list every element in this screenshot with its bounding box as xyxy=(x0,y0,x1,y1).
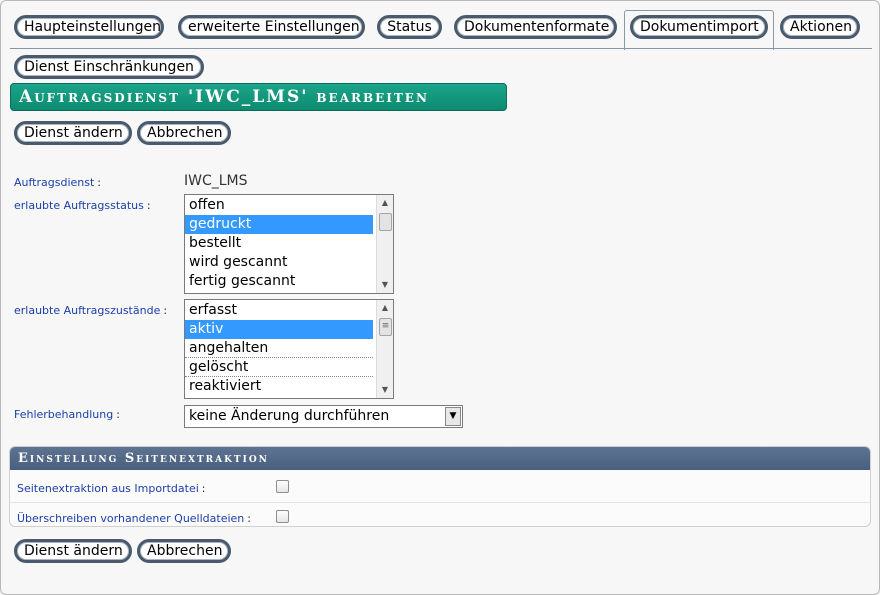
service-label-colon: : xyxy=(97,176,102,189)
error-handling-select[interactable]: keine Änderung durchführen ▼ xyxy=(184,405,463,428)
allowed-states-label-text: erlaubte Auftragszustände xyxy=(14,304,161,317)
extraction-panel: Einstellung Seitenextraktion Seitenextra… xyxy=(9,446,871,527)
allowed-states-label-colon: : xyxy=(163,304,168,317)
status-option-wird-gescannt[interactable]: wird gescannt xyxy=(185,253,373,272)
tab-dokumentenformate[interactable]: Dokumentenformate xyxy=(454,15,617,39)
tab-dienst-einschraenkungen[interactable]: Dienst Einschränkungen xyxy=(14,55,204,79)
extraction-from-import-label-colon: : xyxy=(201,482,206,495)
up-arrow-icon[interactable]: ▲ xyxy=(377,300,393,316)
tab-erweiterte-einstellungen[interactable]: erweiterte Einstellungen xyxy=(178,15,365,39)
tab-dokumentimport[interactable]: Dokumentimport xyxy=(630,15,768,39)
extraction-from-import-label: Seitenextraktion aus Importdatei: xyxy=(17,482,205,495)
service-label: Auftragsdienst: xyxy=(14,176,101,189)
state-option-aktiv[interactable]: aktiv xyxy=(185,320,373,339)
status-option-bestellt[interactable]: bestellt xyxy=(185,234,373,253)
overwrite-row: Überschreiben vorhandener Quelldateien: xyxy=(10,502,870,526)
change-service-button[interactable]: Dienst ändern xyxy=(14,121,132,145)
tab-haupteinstellungen[interactable]: Haupteinstellungen xyxy=(14,15,164,39)
service-label-text: Auftragsdienst xyxy=(14,176,95,189)
allowed-status-label: erlaubte Auftragsstatus: xyxy=(14,199,151,212)
error-handling-label-text: Fehlerbehandlung xyxy=(14,408,114,421)
allowed-states-scrollbar[interactable]: ▲ ≡ ▼ xyxy=(376,300,393,398)
overwrite-source-label-text: Überschreiben vorhandener Quelldateien xyxy=(17,512,245,525)
scroll-thumb-grip-icon[interactable]: ≡ xyxy=(379,318,392,336)
down-arrow-icon[interactable]: ▼ xyxy=(377,382,393,398)
status-option-fertig-gescannt[interactable]: fertig gescannt xyxy=(185,272,373,291)
page-title: Auftragsdienst 'IWC_LMS' bearbeiten xyxy=(10,83,507,111)
cancel-button[interactable]: Abbrechen xyxy=(137,121,231,145)
status-option-offen[interactable]: offen xyxy=(185,196,373,215)
overwrite-source-label: Überschreiben vorhandener Quelldateien: xyxy=(17,512,251,525)
extraction-from-import-label-text: Seitenextraktion aus Importdatei xyxy=(17,482,199,495)
tab-status[interactable]: Status xyxy=(377,15,442,39)
error-handling-value: keine Änderung durchführen xyxy=(189,408,390,424)
allowed-status-scrollbar[interactable]: ▲ ▼ xyxy=(376,195,393,293)
scroll-thumb[interactable] xyxy=(379,213,392,231)
tab-divider xyxy=(10,48,872,49)
allowed-states-label: erlaubte Auftragszustände: xyxy=(14,304,167,317)
error-handling-label-colon: : xyxy=(116,408,120,421)
tab-aktionen[interactable]: Aktionen xyxy=(780,15,860,39)
cancel-button-bottom[interactable]: Abbrechen xyxy=(137,539,231,563)
allowed-status-label-text: erlaubte Auftragsstatus xyxy=(14,199,144,212)
change-service-button-bottom[interactable]: Dienst ändern xyxy=(14,539,132,563)
service-value: IWC_LMS xyxy=(184,173,248,189)
state-option-angehalten[interactable]: angehalten xyxy=(185,339,373,358)
state-option-geloescht[interactable]: gelöscht xyxy=(185,358,373,377)
up-arrow-icon[interactable]: ▲ xyxy=(377,195,393,211)
overwrite-source-checkbox[interactable] xyxy=(276,510,289,523)
overwrite-source-label-colon: : xyxy=(247,512,251,525)
extraction-panel-title: Einstellung Seitenextraktion xyxy=(10,447,870,470)
status-option-gedruckt[interactable]: gedruckt xyxy=(185,215,373,234)
chevron-down-icon[interactable]: ▼ xyxy=(445,407,461,426)
extraction-row: Seitenextraktion aus Importdatei: xyxy=(10,473,870,502)
allowed-states-listbox[interactable]: erfasst aktiv angehalten gelöscht reakti… xyxy=(184,299,394,399)
allowed-status-label-colon: : xyxy=(146,199,151,212)
allowed-status-listbox[interactable]: offen gedruckt bestellt wird gescannt fe… xyxy=(184,194,394,294)
state-option-erfasst[interactable]: erfasst xyxy=(185,301,373,320)
error-handling-label: Fehlerbehandlung: xyxy=(14,408,120,421)
state-option-reaktiviert[interactable]: reaktiviert xyxy=(185,377,373,396)
down-arrow-icon[interactable]: ▼ xyxy=(377,277,393,293)
extraction-from-import-checkbox[interactable] xyxy=(276,480,289,493)
